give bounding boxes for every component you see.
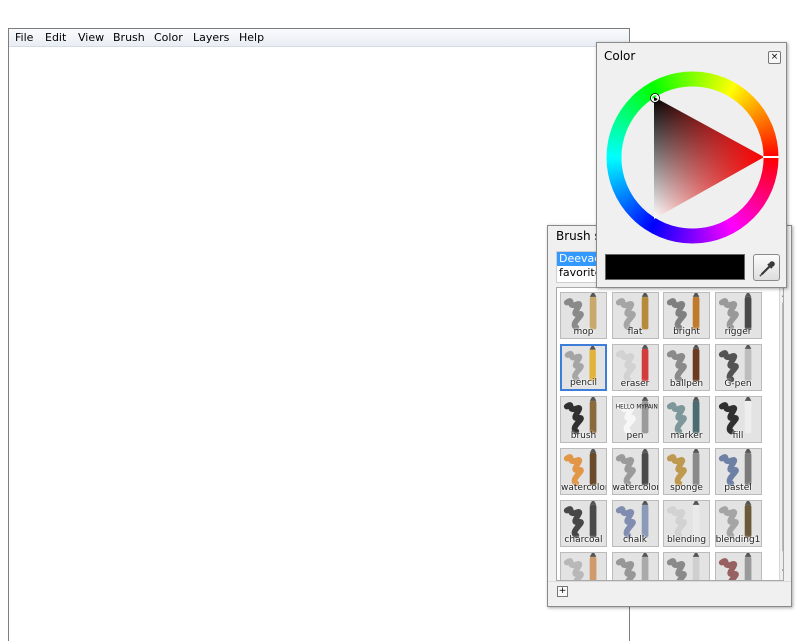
divider xyxy=(548,581,791,582)
brush-label: watercolor xyxy=(561,483,607,493)
brush-blending1[interactable]: blending1 xyxy=(714,500,762,547)
menu-layers[interactable]: Layers xyxy=(193,31,229,45)
brush-label: eraser xyxy=(620,379,650,389)
brush-grid-frame: mop flat bright rigger pencil eraser ballpen G-… xyxy=(556,287,784,581)
brush-label: blending1 xyxy=(715,535,761,545)
brush-label: sponge xyxy=(670,483,703,493)
menubar: File Edit View Brush Color Layers Help xyxy=(9,29,629,47)
group-item-deevad[interactable]: Deevad xyxy=(557,252,600,266)
brush-label: pen xyxy=(626,431,644,441)
scroll-down-icon[interactable]: ▼ xyxy=(782,568,783,576)
brush-flat[interactable]: flat xyxy=(611,292,659,339)
brush-label: blending xyxy=(666,535,707,545)
brush-blending[interactable]: blending xyxy=(663,500,710,547)
brush-label: flat xyxy=(627,327,643,337)
brush-grid-scrollbar[interactable]: ▲ ▼ xyxy=(779,288,783,580)
partial-brush-icon xyxy=(664,553,709,580)
brush-charcoal[interactable]: charcoal xyxy=(560,500,607,547)
brush-label: ballpen xyxy=(669,379,704,389)
menu-help[interactable]: Help xyxy=(239,31,264,45)
eyedropper-icon[interactable] xyxy=(753,254,780,281)
brush-chalk[interactable]: chalk xyxy=(611,500,659,547)
group-item-favorite[interactable]: favorite xyxy=(557,266,600,280)
brush-rigger[interactable]: rigger xyxy=(714,292,762,339)
drawing-canvas-window[interactable]: File Edit View Brush Color Layers Help xyxy=(8,28,630,641)
brush-fill[interactable]: fill xyxy=(714,396,762,443)
brush-pencil[interactable]: pencil xyxy=(560,344,607,391)
close-icon[interactable]: × xyxy=(768,51,781,64)
partial-brush-icon xyxy=(715,553,761,580)
brush-eraser[interactable]: eraser xyxy=(611,344,659,391)
menu-color[interactable]: Color xyxy=(154,31,183,45)
partial-brush-icon xyxy=(612,553,658,580)
brush-watercolor[interactable]: watercolor xyxy=(560,448,607,495)
brush-sponge[interactable]: sponge xyxy=(663,448,710,495)
brush-pastel[interactable]: pastel xyxy=(714,448,762,495)
brush-label: G-pen xyxy=(724,379,752,389)
add-group-icon[interactable]: + xyxy=(557,586,568,597)
partial-brush-icon xyxy=(561,553,606,580)
brush-item[interactable] xyxy=(714,552,762,580)
menu-view[interactable]: View xyxy=(78,31,104,45)
brush-watercolor1[interactable]: watercolor1 xyxy=(611,448,659,495)
brush-label: fill xyxy=(732,431,744,441)
brush-mop[interactable]: mop xyxy=(560,292,607,339)
brush-item[interactable] xyxy=(560,552,607,580)
scroll-thumb[interactable] xyxy=(782,302,783,552)
brush-ballpen[interactable]: ballpen xyxy=(663,344,710,391)
brush-label: pencil xyxy=(570,378,597,388)
brush-brush[interactable]: brush xyxy=(560,396,607,443)
brush-label: mop xyxy=(573,327,594,337)
menu-file[interactable]: File xyxy=(15,31,33,45)
brush-pen[interactable]: HELLO MYPAINT !!! pen xyxy=(611,396,659,443)
brush-label: pastel xyxy=(724,483,752,493)
brush-g-pen[interactable]: G-pen xyxy=(714,344,762,391)
color-window: Color × xyxy=(596,42,787,288)
brush-label: rigger xyxy=(724,327,752,337)
color-wheel[interactable] xyxy=(606,71,779,244)
brush-bright[interactable]: bright xyxy=(663,292,710,339)
brush-label: brush xyxy=(570,431,597,441)
current-color-swatch xyxy=(605,254,745,280)
brush-label: charcoal xyxy=(564,535,603,545)
brush-marker[interactable]: marker xyxy=(663,396,710,443)
menu-brush[interactable]: Brush xyxy=(113,31,145,45)
brush-label: bright xyxy=(673,327,700,337)
scroll-up-icon[interactable]: ▲ xyxy=(782,290,783,298)
brush-group-list: Deevad favorite xyxy=(556,251,601,283)
color-window-title: Color xyxy=(604,49,636,63)
pen-thumb-text: HELLO MYPAINT !!! xyxy=(615,404,657,410)
brush-label: chalk xyxy=(623,535,647,545)
brush-item[interactable] xyxy=(611,552,659,580)
brush-label: marker xyxy=(670,431,703,441)
brush-label: watercolor1 xyxy=(612,483,658,493)
brush-item[interactable] xyxy=(663,552,710,580)
menu-edit[interactable]: Edit xyxy=(45,31,66,45)
